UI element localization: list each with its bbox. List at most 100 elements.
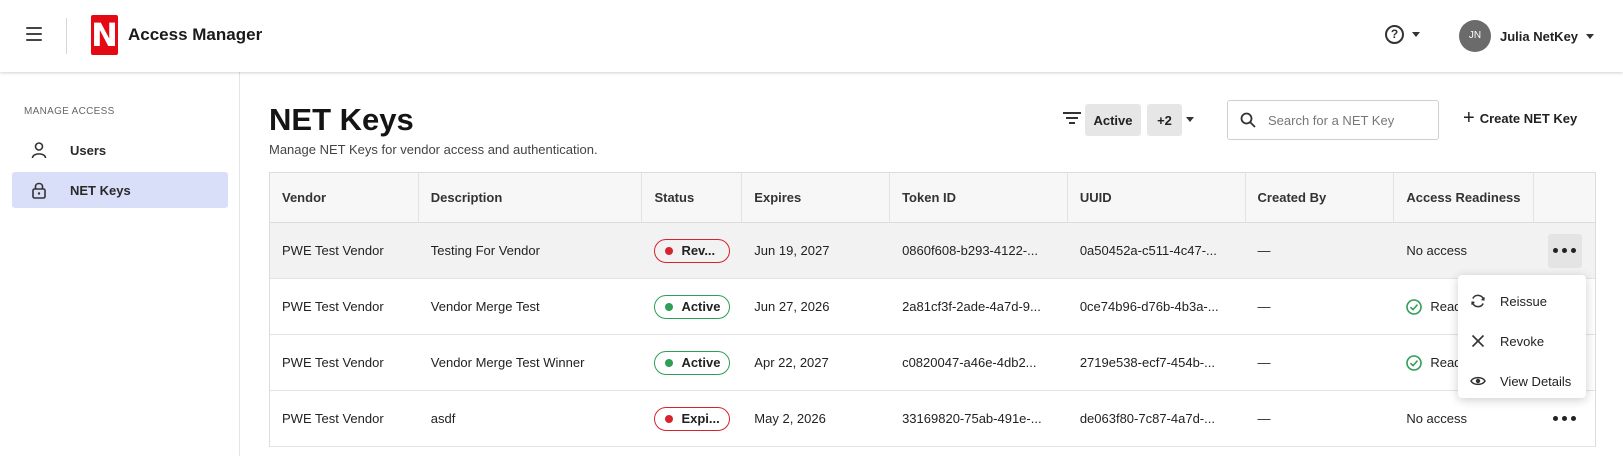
menu-item-reissue[interactable]: Reissue — [1458, 281, 1586, 321]
cell-access-readiness: No access — [1406, 243, 1468, 258]
sidebar-item-label: Users — [70, 142, 107, 158]
status-dot — [665, 414, 674, 423]
column-header-description[interactable]: Description — [419, 173, 643, 222]
filter-icon[interactable] — [1063, 111, 1081, 125]
column-header-vendor[interactable]: Vendor — [270, 173, 419, 222]
search-icon — [1240, 112, 1256, 128]
top-header: N Access Manager ? JN Julia NetKey — [0, 0, 1623, 72]
page-title: NET Keys — [269, 102, 414, 137]
status-badge: Rev... — [654, 238, 731, 263]
cell-created-by: — — [1257, 355, 1271, 370]
cell-expires: Apr 22, 2027 — [754, 355, 829, 370]
table-row[interactable]: PWE Test Vendor Vendor Merge Test Active… — [270, 279, 1595, 335]
status-badge-label: Active — [681, 299, 721, 314]
readiness-label: Read — [1430, 299, 1462, 314]
status-badge: Expi... — [654, 406, 731, 431]
check-circle-icon — [1406, 298, 1423, 315]
column-header-expires[interactable]: Expires — [742, 173, 891, 222]
row-actions-more-icon[interactable] — [1548, 402, 1582, 436]
column-header-created-by[interactable]: Created By — [1246, 173, 1395, 222]
cell-token-id: 0860f608-b293-4122-... — [902, 243, 1038, 258]
search-box[interactable] — [1227, 100, 1439, 140]
cell-description: Vendor Merge Test — [430, 299, 540, 314]
chevron-down-icon[interactable] — [1186, 117, 1194, 122]
cell-token-id: c0820047-a46e-4db2... — [902, 355, 1037, 370]
page-subtitle: Manage NET Keys for vendor access and au… — [269, 142, 598, 157]
status-dot — [665, 358, 674, 367]
cell-status: Expi... — [642, 391, 742, 446]
column-header-status[interactable]: Status — [642, 173, 743, 222]
sidebar-item-net-keys[interactable]: NET Keys — [12, 172, 228, 208]
netflix-logo: N — [91, 15, 118, 55]
readiness-status: Read — [1406, 298, 1462, 315]
user-name: Julia NetKey — [1500, 28, 1579, 44]
table-row[interactable]: PWE Test Vendor Testing For Vendor Rev..… — [270, 223, 1595, 279]
status-badge-label: Expi... — [681, 411, 720, 426]
filter-chip-active[interactable]: Active — [1085, 104, 1141, 136]
lock-icon — [32, 182, 46, 199]
app-title: Access Manager — [128, 25, 263, 44]
readiness-label: Read — [1430, 355, 1462, 370]
search-input[interactable] — [1268, 112, 1428, 128]
create-net-key-label: Create NET Key — [1479, 110, 1578, 126]
cell-uuid: 0a50452a-c511-4c47-... — [1079, 243, 1217, 258]
column-header-uuid[interactable]: UUID — [1068, 173, 1246, 222]
avatar: JN — [1459, 20, 1491, 52]
cell-uuid: 0ce74b96-d76b-4b3a-... — [1079, 299, 1219, 314]
net-keys-table: Vendor Description Status Expires Token … — [269, 172, 1596, 447]
cell-created-by: — — [1257, 299, 1271, 314]
menu-item-revoke[interactable]: Revoke — [1458, 321, 1586, 361]
readiness-status: Read — [1406, 354, 1462, 371]
table-row[interactable]: PWE Test Vendor Vendor Merge Test Winner… — [270, 335, 1595, 391]
create-net-key-button[interactable]: + Create NET Key — [1463, 108, 1577, 128]
chevron-down-icon — [1586, 33, 1595, 39]
row-actions-more-icon[interactable] — [1547, 233, 1582, 268]
cell-status: Rev... — [642, 223, 742, 278]
table-row[interactable]: PWE Test Vendor asdf Expi... May 2, 2026… — [270, 391, 1595, 447]
cell-token-id: 33169820-75ab-491e-... — [902, 411, 1042, 426]
help-menu-button[interactable]: ? — [1385, 25, 1420, 44]
cell-vendor: PWE Test Vendor — [282, 243, 384, 258]
column-header-access-readiness[interactable]: Access Readiness — [1394, 173, 1535, 222]
refresh-icon — [1471, 294, 1485, 308]
user-menu-button[interactable]: JN Julia NetKey — [1459, 20, 1595, 52]
sidebar-item-users[interactable]: Users — [12, 132, 228, 168]
row-actions-menu: Reissue Revoke View Details — [1458, 275, 1586, 398]
cell-vendor: PWE Test Vendor — [282, 411, 384, 426]
cell-vendor: PWE Test Vendor — [282, 299, 384, 314]
status-badge: Active — [654, 350, 731, 375]
cell-status: Active — [642, 279, 742, 334]
cell-vendor: PWE Test Vendor — [282, 355, 384, 370]
menu-item-label: View Details — [1500, 373, 1572, 389]
more-filters-chip[interactable]: +2 — [1147, 104, 1182, 136]
sidebar-item-label: NET Keys — [70, 182, 131, 198]
cell-status: Active — [642, 335, 742, 390]
cell-actions — [1534, 223, 1595, 278]
cell-expires: May 2, 2026 — [754, 411, 826, 426]
cell-created-by: — — [1257, 411, 1271, 426]
hamburger-menu-icon[interactable] — [26, 27, 42, 41]
menu-item-label: Revoke — [1500, 333, 1545, 349]
check-circle-icon — [1406, 354, 1423, 371]
cell-description: Vendor Merge Test Winner — [430, 355, 585, 370]
person-icon — [31, 142, 47, 159]
close-icon — [1471, 334, 1485, 348]
status-dot — [665, 246, 674, 255]
eye-icon — [1470, 376, 1486, 386]
column-header-token-id[interactable]: Token ID — [890, 173, 1068, 222]
menu-item-view-details[interactable]: View Details — [1458, 361, 1586, 401]
status-badge: Active — [654, 294, 731, 319]
column-header-actions — [1534, 173, 1595, 222]
cell-token-id: 2a81cf3f-2ade-4a7d-9... — [902, 299, 1041, 314]
cell-created-by: — — [1257, 243, 1271, 258]
chevron-down-icon — [1412, 32, 1420, 37]
help-icon: ? — [1385, 25, 1404, 44]
menu-item-label: Reissue — [1500, 293, 1547, 309]
cell-uuid: de063f80-7c87-4a7d-... — [1079, 411, 1215, 426]
table-header: Vendor Description Status Expires Token … — [270, 173, 1595, 223]
sidebar: MANAGE ACCESS Users NET Keys — [0, 72, 240, 456]
status-badge-label: Active — [681, 355, 721, 370]
cell-expires: Jun 19, 2027 — [754, 243, 830, 258]
cell-description: Testing For Vendor — [430, 243, 540, 258]
sidebar-caption: MANAGE ACCESS — [24, 106, 115, 117]
